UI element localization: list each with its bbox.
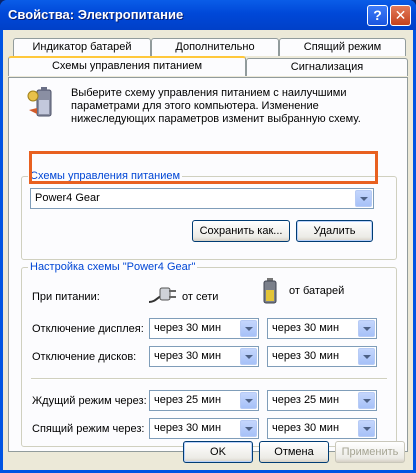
power-source-label: При питании: <box>32 291 100 303</box>
standby-ac-select[interactable]: через 25 мин <box>149 390 259 411</box>
chevron-down-icon[interactable] <box>358 392 375 409</box>
tab-hibernate[interactable]: Спящий режим <box>279 38 406 56</box>
standby-dc-select[interactable]: через 25 мин <box>267 390 377 411</box>
highlight-box <box>29 151 378 184</box>
power-plug-icon <box>148 287 176 303</box>
tab-power-schemes[interactable]: Схемы управления питанием <box>8 56 246 76</box>
chevron-down-icon[interactable] <box>240 420 257 437</box>
tab-label: Схемы управления питанием <box>51 60 203 72</box>
dialog-window: Свойства: Электропитание ? ✕ Индикатор б… <box>0 0 416 473</box>
hibernate-ac-select[interactable]: через 30 мин <box>149 418 259 439</box>
disks-off-ac-select[interactable]: через 30 мин <box>149 346 259 367</box>
separator <box>31 378 387 380</box>
power-schemes-panel: Выберите схему управления питанием с наи… <box>8 77 408 452</box>
chevron-down-icon[interactable] <box>240 348 257 365</box>
power-scheme-icon <box>27 87 52 117</box>
apply-button[interactable]: Применить <box>335 441 405 463</box>
select-value: через 25 мин <box>272 394 340 406</box>
standby-label: Ждущий режим через: <box>32 395 147 407</box>
select-value: через 30 мин <box>272 350 340 362</box>
tab-label: Дополнительно <box>175 41 255 53</box>
select-value: через 25 мин <box>154 394 222 406</box>
select-value: через 30 мин <box>154 422 222 434</box>
display-off-label: Отключение дисплея: <box>32 323 144 335</box>
disks-off-dc-select[interactable]: через 30 мин <box>267 346 377 367</box>
ok-button[interactable]: OK <box>183 441 253 463</box>
chevron-down-icon[interactable] <box>358 420 375 437</box>
ac-power-label: от сети <box>182 291 219 303</box>
tab-advanced[interactable]: Дополнительно <box>151 38 279 56</box>
close-icon: ✕ <box>394 7 407 23</box>
title-bar[interactable]: Свойства: Электропитание ? ✕ <box>0 0 416 30</box>
cancel-button[interactable]: Отмена <box>259 441 329 463</box>
chevron-down-icon[interactable] <box>240 392 257 409</box>
save-as-button[interactable]: Сохранить как... <box>192 220 290 242</box>
scheme-select[interactable]: Power4 Gear <box>30 188 374 209</box>
chevron-down-icon[interactable] <box>240 320 257 337</box>
select-value: через 30 мин <box>154 350 222 362</box>
scheme-select-value: Power4 Gear <box>35 192 100 204</box>
select-value: через 30 мин <box>272 422 340 434</box>
settings-group-label: Настройка схемы "Power4 Gear" <box>28 261 198 273</box>
tab-label: Спящий режим <box>303 41 382 53</box>
window-title: Свойства: Электропитание <box>8 7 184 22</box>
help-button[interactable]: ? <box>367 5 388 26</box>
display-off-dc-select[interactable]: через 30 мин <box>267 318 377 339</box>
battery-icon <box>263 278 277 304</box>
close-button[interactable]: ✕ <box>390 5 411 26</box>
chevron-down-icon[interactable] <box>358 348 375 365</box>
chevron-down-icon[interactable] <box>358 320 375 337</box>
hibernate-label: Спящий режим через: <box>32 423 145 435</box>
tab-label: Сигнализация <box>290 61 364 73</box>
select-value: через 30 мин <box>272 322 340 334</box>
tab-alarms[interactable]: Сигнализация <box>246 58 408 76</box>
battery-power-label: от батарей <box>289 285 345 297</box>
disks-off-label: Отключение дисков: <box>32 351 137 363</box>
description-text: Выберите схему управления питанием с наи… <box>71 87 361 125</box>
tab-battery-meter[interactable]: Индикатор батарей <box>13 38 151 56</box>
select-value: через 30 мин <box>154 322 222 334</box>
chevron-down-icon[interactable] <box>355 190 372 207</box>
tab-label: Индикатор батарей <box>32 41 132 53</box>
dialog-client: Индикатор батарей Дополнительно Спящий р… <box>3 30 413 470</box>
delete-button[interactable]: Удалить <box>296 220 373 242</box>
display-off-ac-select[interactable]: через 30 мин <box>149 318 259 339</box>
question-icon: ? <box>373 7 382 23</box>
hibernate-dc-select[interactable]: через 30 мин <box>267 418 377 439</box>
